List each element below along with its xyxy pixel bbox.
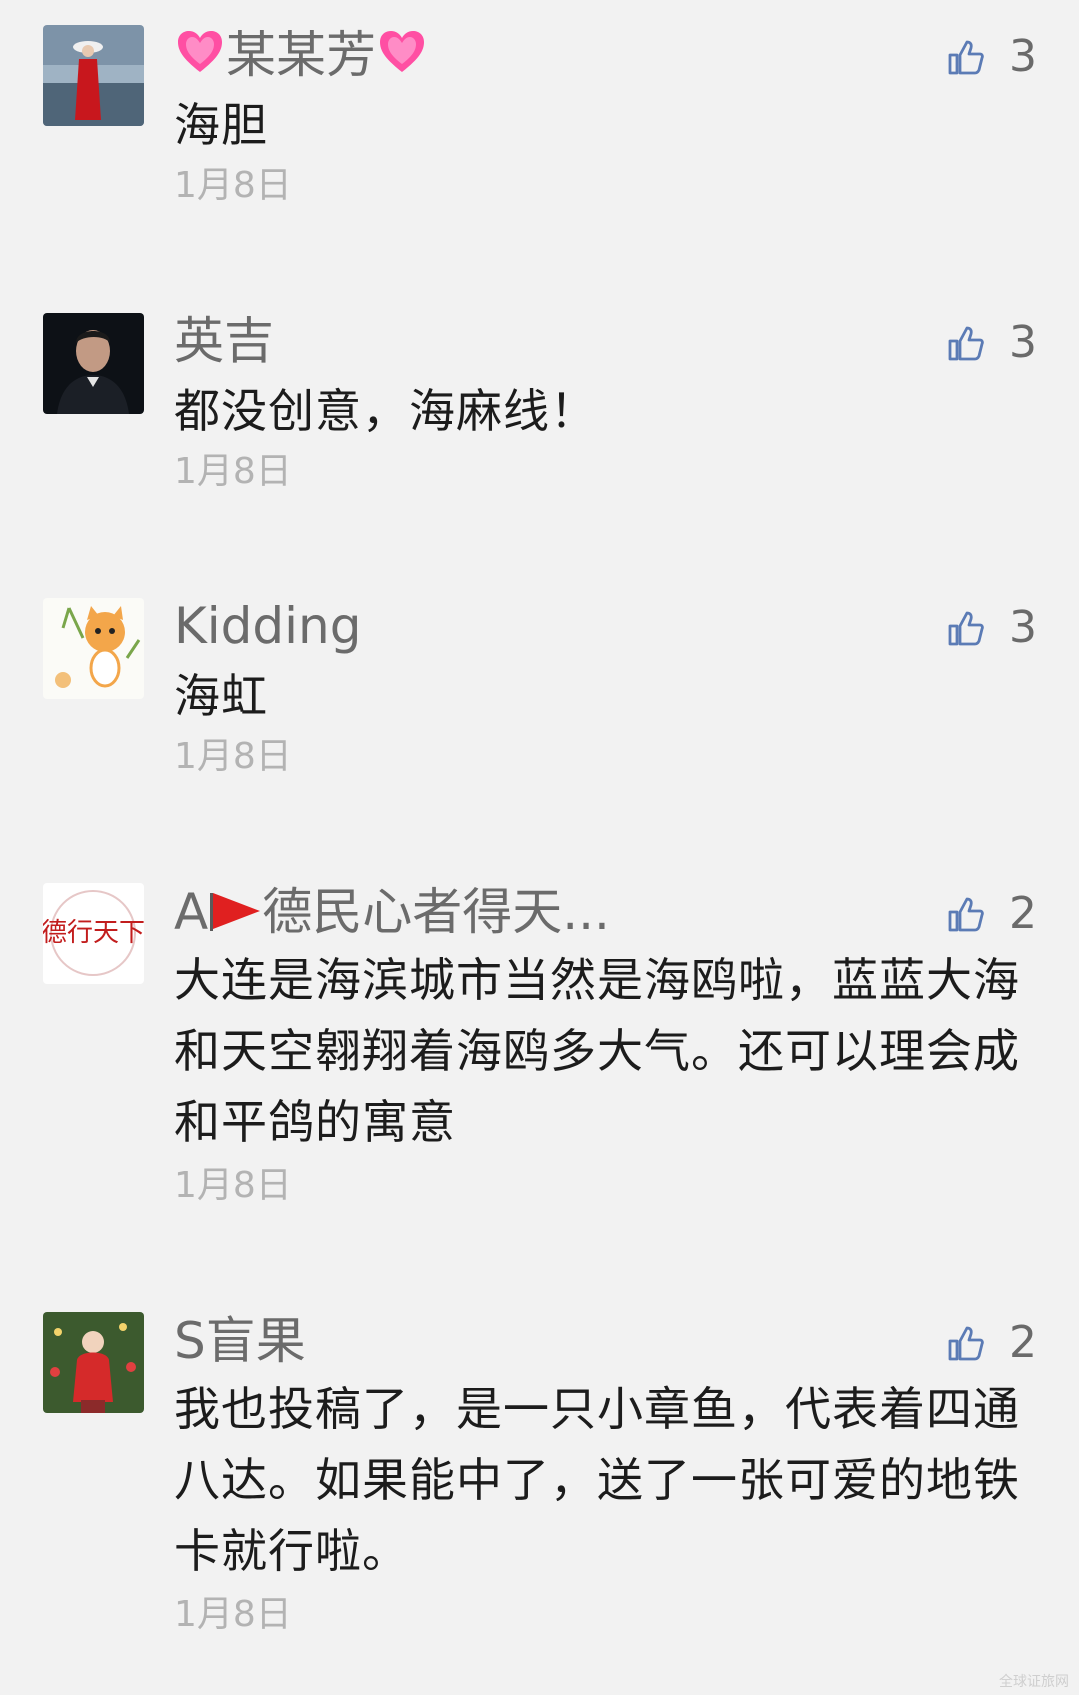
thumbs-up-icon <box>948 40 984 75</box>
commenter-name-prefix: A <box>174 883 209 941</box>
thumbs-up-icon <box>948 897 984 932</box>
avatar[interactable] <box>43 598 144 699</box>
commenter-name[interactable]: Kidding <box>174 596 361 656</box>
svg-text:德行天下: 德行天下 <box>43 918 144 948</box>
like-count: 3 <box>1009 317 1037 368</box>
avatar[interactable]: 德行天下 <box>43 883 144 984</box>
comment-text: 海胆 <box>174 98 268 152</box>
like-count: 2 <box>1009 1317 1037 1368</box>
watermark: 全球证旅网 <box>999 1674 1069 1690</box>
commenter-name-text: 某某芳 <box>226 26 376 84</box>
like-button[interactable]: 3 <box>947 604 1037 652</box>
like-button[interactable]: 2 <box>947 890 1037 938</box>
comment-text: 海虹 <box>174 669 268 723</box>
commenter-name[interactable]: S盲果 <box>174 1311 306 1371</box>
avatar[interactable] <box>43 25 144 126</box>
like-count: 2 <box>1009 888 1037 939</box>
like-count: 3 <box>1009 31 1037 82</box>
like-count: 3 <box>1009 602 1037 653</box>
like-button[interactable]: 3 <box>947 33 1037 81</box>
comment-date: 1月8日 <box>174 165 292 206</box>
comment-date: 1月8日 <box>174 736 292 777</box>
like-button[interactable]: 3 <box>947 319 1037 367</box>
pink-heart-icon <box>380 31 424 72</box>
comment-text: 我也投稿了，是一只小章鱼，代表着四通八达。如果能中了，送了一张可爱的地铁卡就行啦… <box>174 1382 1020 1578</box>
avatar[interactable] <box>43 313 144 414</box>
commenter-name[interactable]: A 德民心者得天... <box>174 882 610 942</box>
comment-date: 1月8日 <box>174 1594 292 1635</box>
thumbs-up-icon <box>948 1326 984 1361</box>
red-flag-icon <box>210 893 261 931</box>
like-button[interactable]: 2 <box>947 1319 1037 1367</box>
comment-date: 1月8日 <box>174 451 292 492</box>
commenter-name[interactable]: 英吉 <box>174 311 274 371</box>
comment-text: 大连是海滨城市当然是海鸥啦，蓝蓝大海和天空翱翔着海鸥多大气。还可以理会成和平鸽的… <box>174 953 1020 1149</box>
commenter-name[interactable]: 某某芳 <box>174 25 428 85</box>
thumbs-up-icon <box>948 611 984 646</box>
commenter-name-text: 德民心者得天... <box>262 883 610 941</box>
thumbs-up-icon <box>948 326 984 361</box>
comment-text: 都没创意，海麻线！ <box>174 384 597 438</box>
comment-date: 1月8日 <box>174 1165 292 1206</box>
avatar[interactable] <box>43 1312 144 1413</box>
pink-heart-icon <box>178 31 222 72</box>
